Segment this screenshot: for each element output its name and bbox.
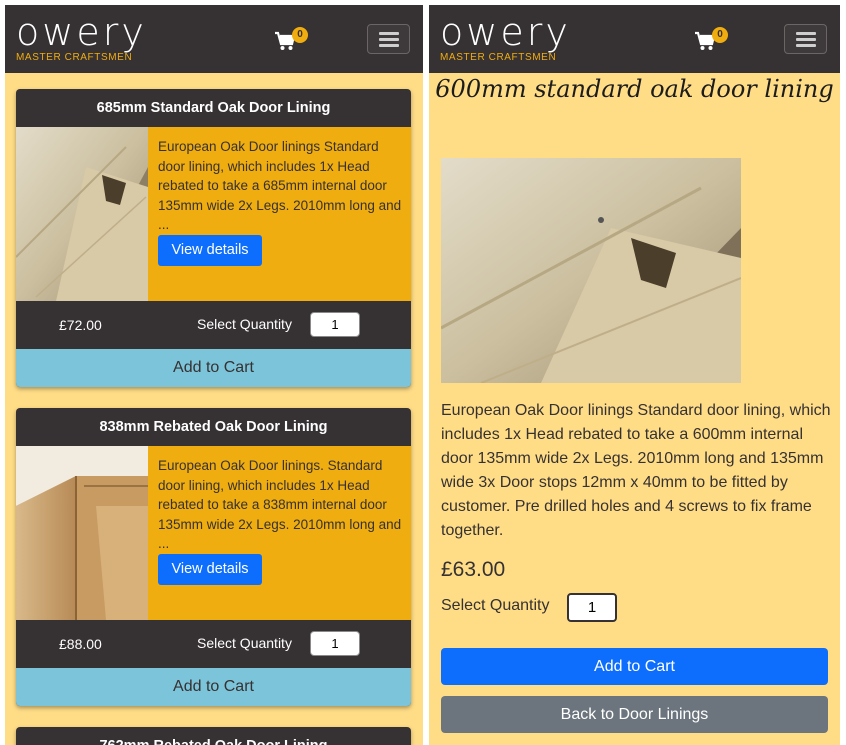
price-quantity-row: £72.00 Select Quantity 1 <box>16 301 411 349</box>
product-price: £72.00 <box>59 317 102 333</box>
view-details-button[interactable]: View details <box>158 554 262 585</box>
price-quantity-row: £88.00 Select Quantity 1 <box>16 620 411 668</box>
quantity-label: Select Quantity <box>197 316 292 332</box>
hamburger-icon <box>379 32 399 35</box>
product-body: European Oak Door linings. Standard door… <box>16 446 411 620</box>
cart-count-badge: 0 <box>292 27 308 43</box>
hamburger-icon <box>796 32 816 35</box>
back-to-door-linings-button[interactable]: Back to Door Linings <box>441 696 828 733</box>
product-price: £88.00 <box>59 636 102 652</box>
product-card: 762mm Rebated Oak Door Lining <box>16 727 411 745</box>
logo-tagline: MASTER CRAFTSMEN <box>16 52 133 63</box>
product-title: 838mm Rebated Oak Door Lining <box>99 419 328 435</box>
quantity-input[interactable]: 1 <box>310 312 360 337</box>
product-title: 685mm Standard Oak Door Lining <box>96 100 331 116</box>
listing-view: owery MASTER CRAFTSMEN 0 685mm Standard … <box>5 5 423 745</box>
logo-wordmark: owery <box>440 10 571 54</box>
product-title: 762mm Rebated Oak Door Lining <box>16 727 411 745</box>
cart-link[interactable]: 0 <box>274 27 310 55</box>
product-body: European Oak Door linings Standard door … <box>16 127 411 301</box>
hamburger-menu-button[interactable] <box>367 24 410 54</box>
product-image[interactable] <box>16 127 148 301</box>
product-detail-image <box>441 158 741 383</box>
product-description: European Oak Door linings. Standard door… <box>158 458 402 551</box>
site-header: owery MASTER CRAFTSMEN 0 <box>429 5 840 73</box>
quantity-label: Select Quantity <box>441 597 550 614</box>
product-image[interactable] <box>16 446 148 620</box>
product-description: European Oak Door linings Standard door … <box>158 139 402 232</box>
product-detail-description: European Oak Door linings Standard door … <box>441 402 831 539</box>
brand-logo[interactable]: owery MASTER CRAFTSMEN <box>16 10 147 63</box>
detail-view: owery MASTER CRAFTSMEN 0 600mm standard … <box>429 5 840 745</box>
product-card: 685mm Standard Oak Door Lining European … <box>16 89 411 387</box>
hamburger-menu-button[interactable] <box>784 24 827 54</box>
quantity-input[interactable]: 1 <box>567 593 617 622</box>
product-detail-price: £63.00 <box>441 558 506 581</box>
add-to-cart-button[interactable]: Add to Cart <box>441 648 828 685</box>
quantity-label: Select Quantity <box>197 635 292 651</box>
brand-logo[interactable]: owery MASTER CRAFTSMEN <box>440 10 571 63</box>
view-details-button[interactable]: View details <box>158 235 262 266</box>
product-detail-title: 600mm standard oak door lining <box>435 75 834 103</box>
cart-count-badge: 0 <box>712 27 728 43</box>
logo-wordmark: owery <box>16 10 147 54</box>
product-card: 838mm Rebated Oak Door Lining European O… <box>16 408 411 706</box>
add-to-cart-button[interactable]: Add to Cart <box>16 349 411 387</box>
cart-link[interactable]: 0 <box>694 27 730 55</box>
quantity-input[interactable]: 1 <box>310 631 360 656</box>
site-header: owery MASTER CRAFTSMEN 0 <box>5 5 423 73</box>
logo-tagline: MASTER CRAFTSMEN <box>440 52 557 63</box>
add-to-cart-button[interactable]: Add to Cart <box>16 668 411 706</box>
